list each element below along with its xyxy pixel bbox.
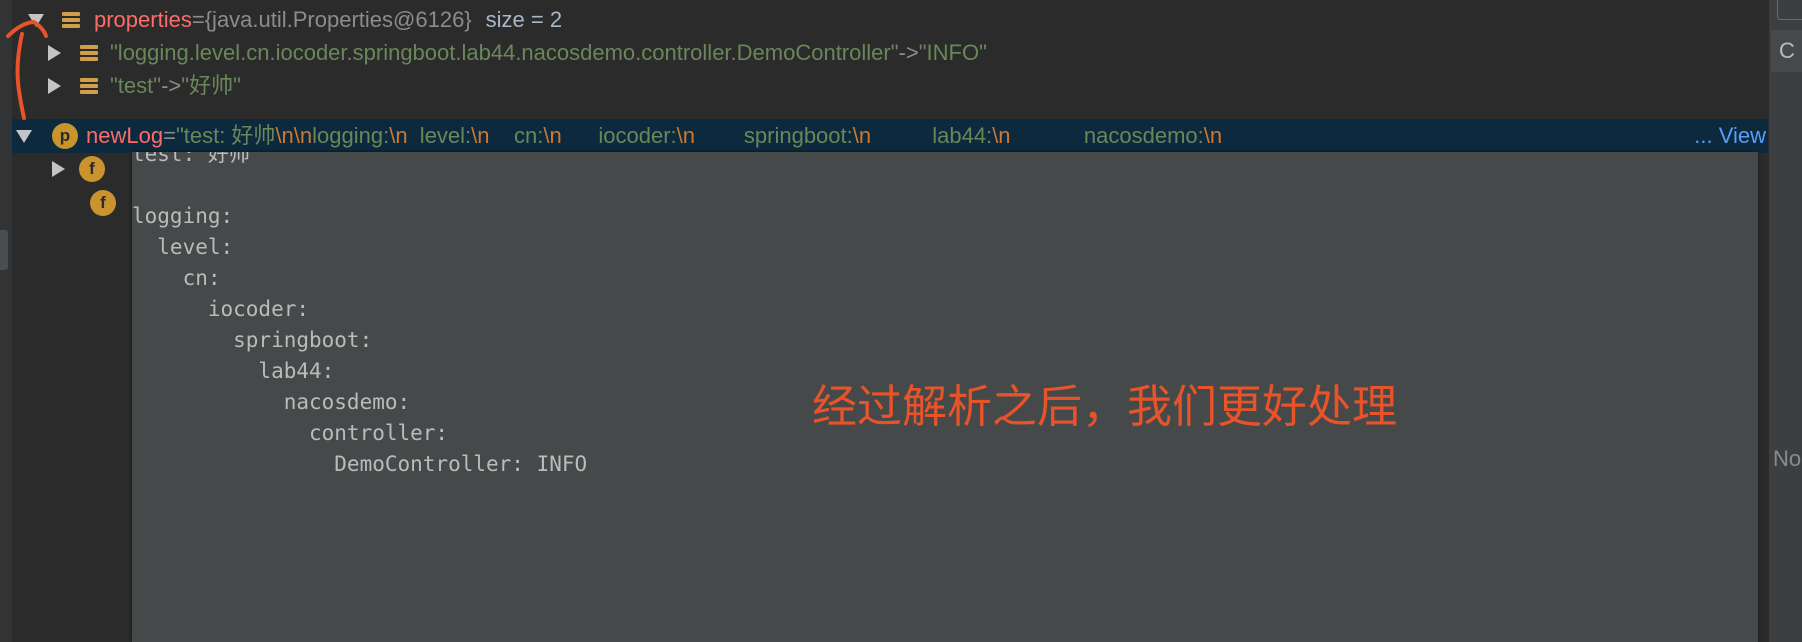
escape-sequence: \n: [676, 123, 695, 148]
escape-sequence: \n\n: [275, 123, 313, 148]
string-segment: "test: 好帅: [175, 123, 276, 148]
collection-size: size = 2: [485, 7, 563, 32]
escape-sequence: \n: [1203, 123, 1223, 148]
popup-line: cn:: [132, 266, 221, 290]
entry-value: "好帅": [181, 73, 241, 98]
escape-sequence: \n: [543, 123, 562, 148]
string-segment: cn:: [489, 123, 544, 148]
panel-toggle-box[interactable]: [1777, 0, 1802, 20]
entry-key: "logging.level.cn.iocoder.springboot.lab…: [110, 40, 899, 65]
variable-value: "test: 好帅\n\nlogging:\n level:\n cn:\n i…: [176, 119, 1222, 153]
string-segment: springboot:: [695, 123, 853, 148]
string-segment: iocoder:: [561, 123, 677, 148]
popup-line: controller:: [132, 421, 449, 445]
value-popup: test: 好帅 logging: level: cn: iocoder: spr…: [132, 152, 1758, 642]
popup-line: nacosdemo:: [132, 390, 411, 414]
entry-arrow: ->: [161, 73, 182, 98]
expand-triangle-icon[interactable]: [52, 161, 65, 177]
popup-line: iocoder:: [132, 297, 310, 321]
field-badge-icon: f: [90, 190, 116, 216]
field-badge-icon: f: [79, 156, 105, 182]
string-segment: level:: [407, 123, 472, 148]
escape-sequence: \n: [852, 123, 872, 148]
annotation-text: 经过解析之后，我们更好处理: [812, 381, 1398, 432]
entry-key: "test": [110, 73, 162, 98]
entry-arrow: ->: [898, 40, 919, 65]
escape-sequence: \n: [992, 123, 1011, 148]
map-entry-icon: [80, 78, 98, 94]
string-segment: logging:: [312, 123, 390, 148]
popup-line: test: 好帅: [132, 152, 250, 166]
equals-sign: =: [163, 123, 176, 148]
annotation-arrow: [6, 19, 48, 120]
gutter-resize-handle[interactable]: [0, 230, 8, 270]
right-side-panel: C No: [1768, 0, 1802, 642]
tree-row-child-2[interactable]: f: [12, 186, 116, 220]
variable-type: {java.util.Properties@6126}: [204, 7, 472, 32]
view-link[interactable]: ... View: [1694, 119, 1766, 153]
escape-sequence: \n: [471, 123, 490, 148]
popup-line: springboot:: [132, 328, 373, 352]
variable-name: newLog: [86, 123, 164, 148]
equals-sign: =: [191, 7, 205, 32]
panel-partial-text: No: [1773, 446, 1802, 471]
map-entry-icon: [80, 45, 98, 61]
variable-name: properties: [94, 7, 192, 32]
panel-tab[interactable]: C: [1771, 30, 1802, 72]
tree-row-properties[interactable]: properties = {java.util.Properties@6126}…: [12, 3, 562, 37]
popup-line: level:: [132, 235, 234, 259]
debugger-variables-panel: properties = {java.util.Properties@6126}…: [0, 0, 1802, 642]
popup-line: DemoController: INFO: [132, 452, 588, 476]
tree-row-entry-logging[interactable]: "logging.level.cn.iocoder.springboot.lab…: [12, 36, 987, 70]
popup-line: logging:: [132, 204, 234, 228]
string-segment: nacosdemo:: [1010, 123, 1204, 148]
popup-line: lab44:: [132, 359, 335, 383]
entry-value: "INFO": [918, 40, 987, 65]
tree-row-newlog[interactable]: p newLog = "test: 好帅\n\nlogging:\n level…: [12, 119, 1770, 153]
tree-row-child-1[interactable]: f: [12, 152, 105, 186]
escape-sequence: \n: [389, 123, 408, 148]
string-segment: lab44:: [871, 123, 993, 148]
